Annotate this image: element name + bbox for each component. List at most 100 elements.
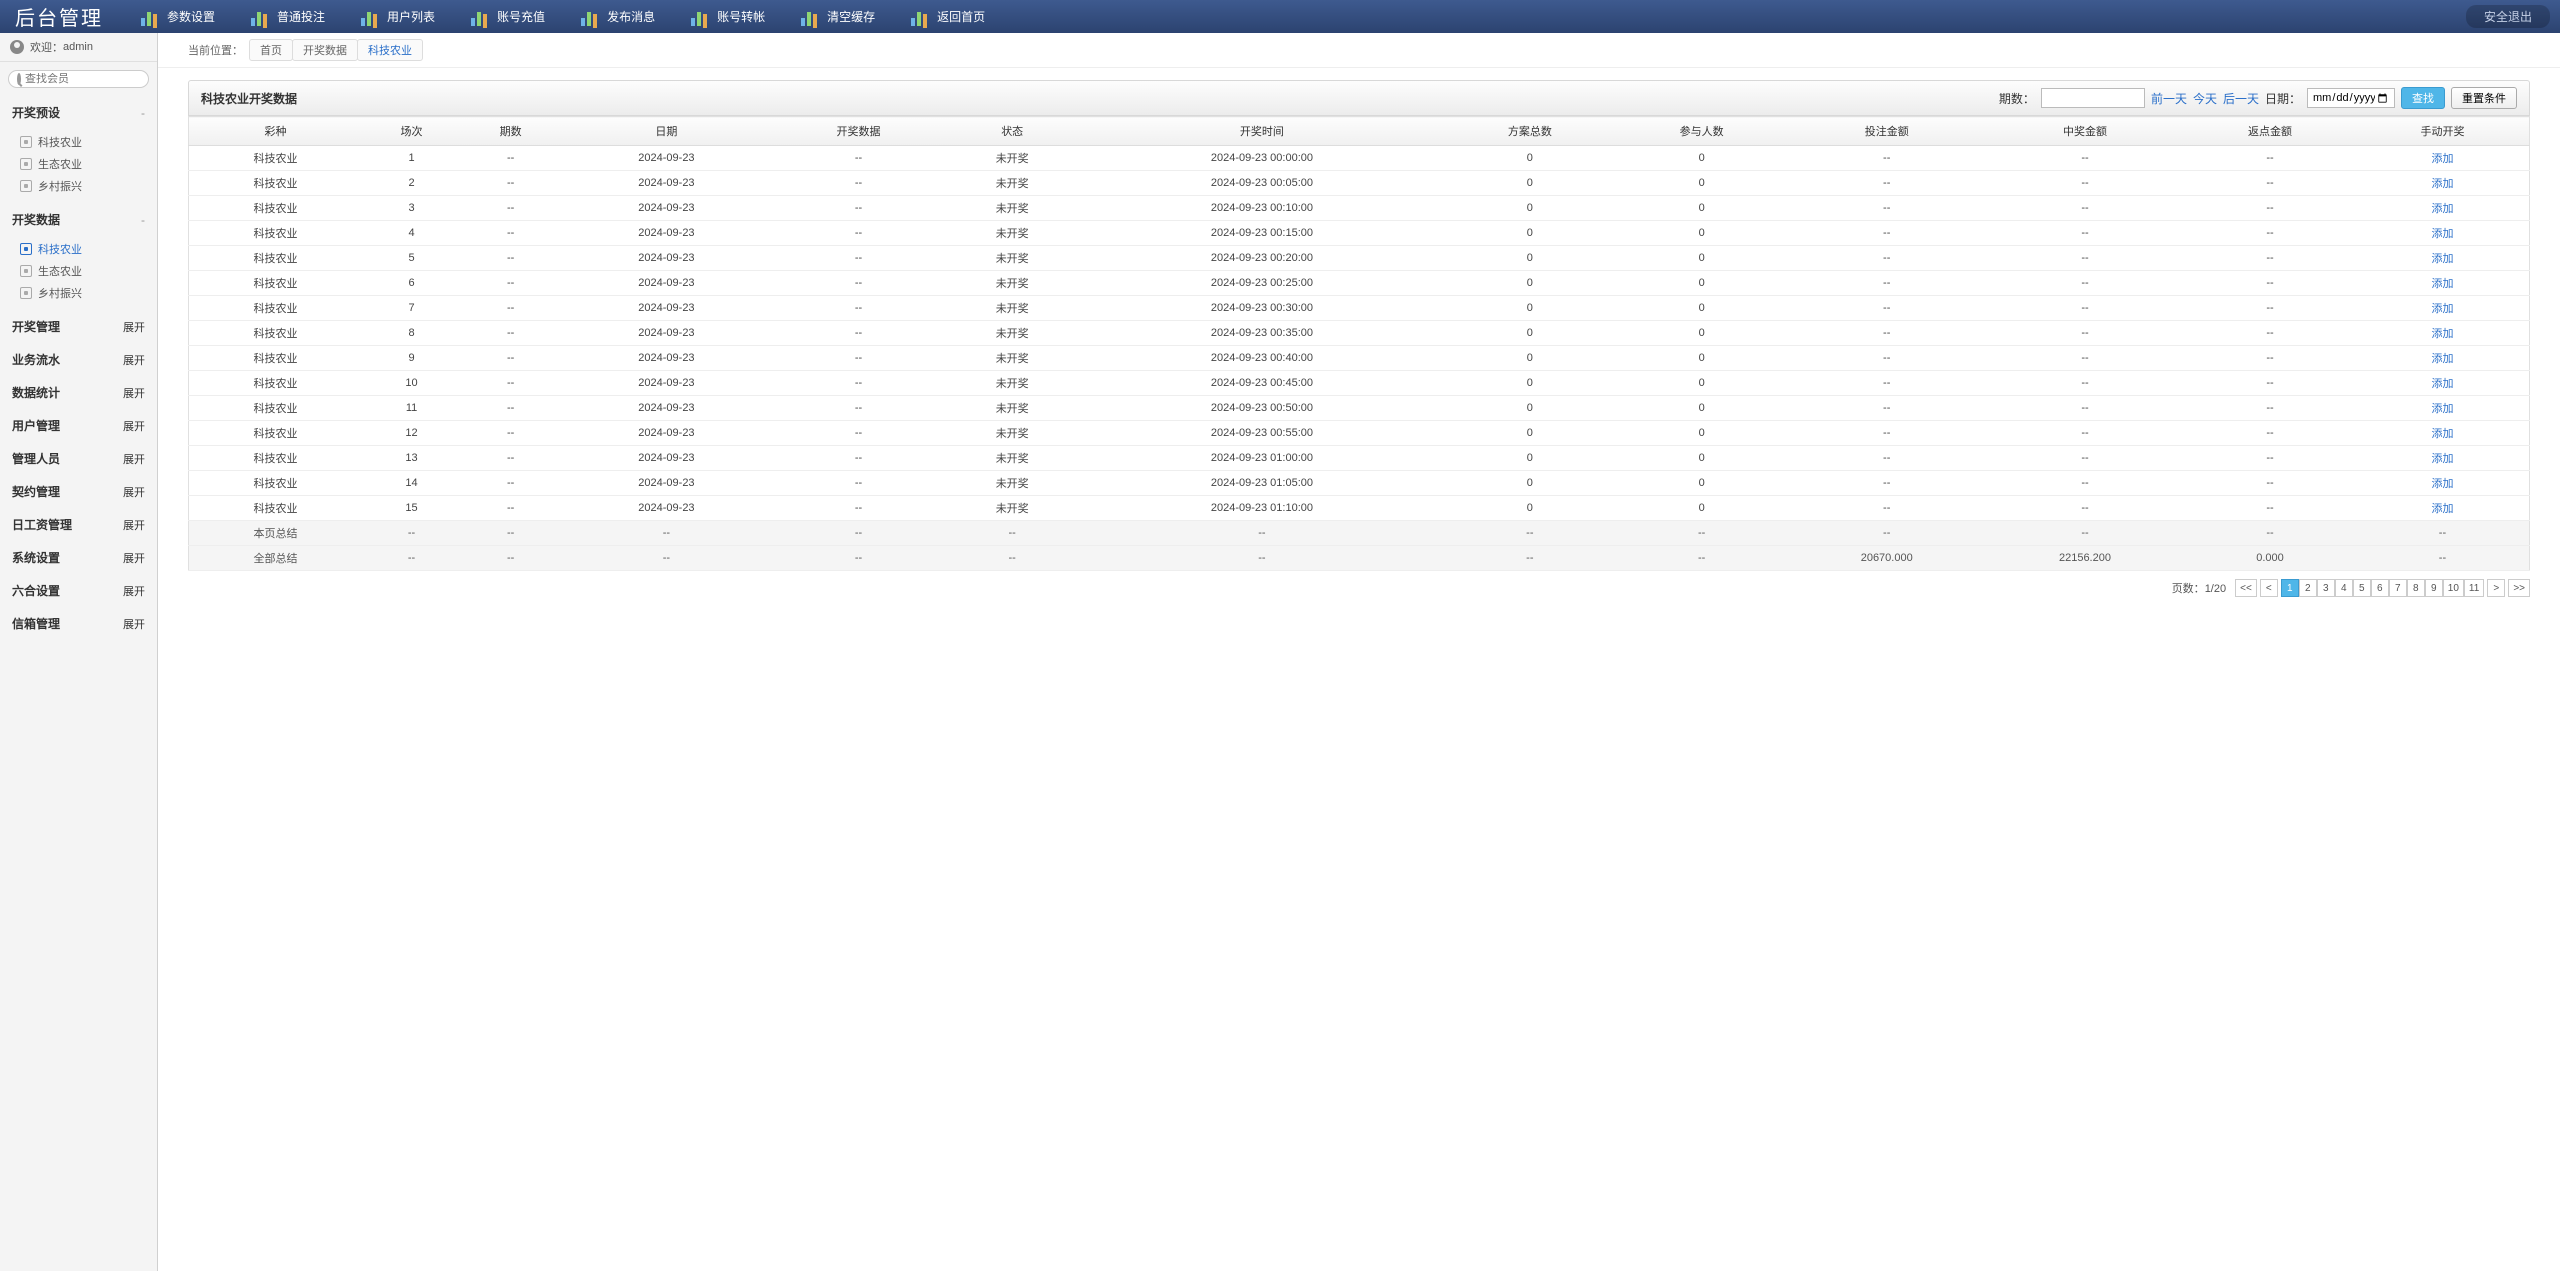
- pager-last[interactable]: >>: [2508, 579, 2530, 597]
- menu-collapsed-5[interactable]: 契约管理展开: [0, 475, 157, 508]
- add-action-link[interactable]: 添加: [2431, 278, 2453, 290]
- cell-zhongjiang: --: [1986, 221, 2184, 246]
- add-action-link[interactable]: 添加: [2431, 153, 2453, 165]
- menu-collapsed-3[interactable]: 用户管理展开: [0, 409, 157, 442]
- pager-page-1[interactable]: 1: [2281, 579, 2299, 597]
- cell-changci: 6: [362, 271, 461, 296]
- pager-next[interactable]: >: [2487, 579, 2505, 597]
- chart-icon: [801, 8, 821, 26]
- top-nav-item-7[interactable]: 返回首页: [893, 0, 1003, 33]
- pager-page-5[interactable]: 5: [2353, 579, 2371, 597]
- menu-collapsed-6[interactable]: 日工资管理展开: [0, 508, 157, 541]
- add-action-link[interactable]: 添加: [2431, 428, 2453, 440]
- add-action-link[interactable]: 添加: [2431, 503, 2453, 515]
- breadcrumb: 当前位置： 首页 开奖数据 科技农业: [158, 33, 2560, 68]
- menu-title: 业务流水: [12, 351, 60, 368]
- cell-kaijiangshijian: 2024-09-23 01:10:00: [1080, 496, 1444, 521]
- add-action-link[interactable]: 添加: [2431, 478, 2453, 490]
- pager-page-9[interactable]: 9: [2425, 579, 2443, 597]
- period-input[interactable]: [2041, 88, 2145, 108]
- search-input[interactable]: [25, 73, 158, 85]
- top-nav-label: 账号转帐: [717, 8, 765, 25]
- summary-cell: --: [362, 546, 461, 571]
- add-action-link[interactable]: 添加: [2431, 203, 2453, 215]
- cell-qishu: --: [461, 221, 560, 246]
- cell-kaijiangshijian: 2024-09-23 01:05:00: [1080, 471, 1444, 496]
- top-nav-item-2[interactable]: 用户列表: [343, 0, 453, 33]
- cell-touzhu: --: [1788, 446, 1986, 471]
- menu-title: 信箱管理: [12, 615, 60, 632]
- table-row: 科技农业9--2024-09-23--未开奖2024-09-23 00:40:0…: [189, 346, 2530, 371]
- sidebar-item-1-1[interactable]: 生态农业: [0, 260, 157, 282]
- menu-collapsed-0[interactable]: 开奖管理展开: [0, 310, 157, 343]
- add-action-link[interactable]: 添加: [2431, 228, 2453, 240]
- sidebar-item-0-0[interactable]: 科技农业: [0, 131, 157, 153]
- add-action-link[interactable]: 添加: [2431, 353, 2453, 365]
- summary-cell: 0.000: [2184, 546, 2356, 571]
- pager-page-10[interactable]: 10: [2443, 579, 2464, 597]
- pager-page-6[interactable]: 6: [2371, 579, 2389, 597]
- collapse-icon: -: [141, 106, 145, 120]
- today-link[interactable]: 今天: [2193, 90, 2217, 107]
- add-action-link[interactable]: 添加: [2431, 178, 2453, 190]
- menu-collapsed-8[interactable]: 六合设置展开: [0, 574, 157, 607]
- search-button[interactable]: 查找: [2401, 87, 2445, 109]
- top-nav-item-6[interactable]: 清空缓存: [783, 0, 893, 33]
- menu-header-0[interactable]: 开奖预设-: [0, 96, 157, 129]
- search-box[interactable]: [8, 70, 149, 88]
- add-action-link[interactable]: 添加: [2431, 453, 2453, 465]
- pager-page-2[interactable]: 2: [2299, 579, 2317, 597]
- add-action-link[interactable]: 添加: [2431, 303, 2453, 315]
- sidebar-item-label: 科技农业: [38, 241, 82, 257]
- cell-caizhong: 科技农业: [189, 446, 362, 471]
- top-nav-item-0[interactable]: 参数设置: [123, 0, 233, 33]
- menu-header-1[interactable]: 开奖数据-: [0, 203, 157, 236]
- sidebar-item-1-0[interactable]: 科技农业: [0, 238, 157, 260]
- logout-button[interactable]: 安全退出: [2466, 5, 2550, 28]
- sidebar-item-1-2[interactable]: 乡村振兴: [0, 282, 157, 304]
- top-nav-item-3[interactable]: 账号充值: [453, 0, 563, 33]
- pager-page-11[interactable]: 11: [2464, 579, 2484, 597]
- cell-fandian: --: [2184, 146, 2356, 171]
- breadcrumb-section[interactable]: 开奖数据: [292, 39, 358, 61]
- pager-first[interactable]: <<: [2235, 579, 2257, 597]
- summary-cell: --: [560, 521, 772, 546]
- cell-caizhong: 科技农业: [189, 371, 362, 396]
- add-action-link[interactable]: 添加: [2431, 328, 2453, 340]
- pager-page-8[interactable]: 8: [2407, 579, 2425, 597]
- cell-kaijiang: --: [773, 196, 945, 221]
- sidebar-item-label: 科技农业: [38, 134, 82, 150]
- top-nav-item-1[interactable]: 普通投注: [233, 0, 343, 33]
- cell-zhuangtai: 未开奖: [944, 396, 1079, 421]
- cell-kaijiang: --: [773, 146, 945, 171]
- add-action-link[interactable]: 添加: [2431, 403, 2453, 415]
- cell-changci: 7: [362, 296, 461, 321]
- cell-kaijiang: --: [773, 321, 945, 346]
- top-nav-label: 账号充值: [497, 8, 545, 25]
- cell-qishu: --: [461, 471, 560, 496]
- add-action-link[interactable]: 添加: [2431, 378, 2453, 390]
- menu-collapsed-7[interactable]: 系统设置展开: [0, 541, 157, 574]
- sidebar-item-0-1[interactable]: 生态农业: [0, 153, 157, 175]
- menu-collapsed-2[interactable]: 数据统计展开: [0, 376, 157, 409]
- menu-title: 数据统计: [12, 384, 60, 401]
- date-input[interactable]: [2307, 88, 2395, 108]
- cell-riqi: 2024-09-23: [560, 346, 772, 371]
- next-day-link[interactable]: 后一天: [2223, 90, 2259, 107]
- menu-collapsed-4[interactable]: 管理人员展开: [0, 442, 157, 475]
- sidebar-item-0-2[interactable]: 乡村振兴: [0, 175, 157, 197]
- menu-collapsed-9[interactable]: 信箱管理展开: [0, 607, 157, 640]
- cell-fandian: --: [2184, 446, 2356, 471]
- breadcrumb-home[interactable]: 首页: [249, 39, 293, 61]
- pager-page-3[interactable]: 3: [2317, 579, 2335, 597]
- top-nav-item-4[interactable]: 发布消息: [563, 0, 673, 33]
- pager-page-7[interactable]: 7: [2389, 579, 2407, 597]
- top-nav-item-5[interactable]: 账号转帐: [673, 0, 783, 33]
- prev-day-link[interactable]: 前一天: [2151, 90, 2187, 107]
- menu-collapsed-1[interactable]: 业务流水展开: [0, 343, 157, 376]
- pager-prev[interactable]: <: [2260, 579, 2278, 597]
- add-action-link[interactable]: 添加: [2431, 253, 2453, 265]
- reset-button[interactable]: 重置条件: [2451, 87, 2517, 109]
- search-icon: [17, 73, 21, 85]
- pager-page-4[interactable]: 4: [2335, 579, 2353, 597]
